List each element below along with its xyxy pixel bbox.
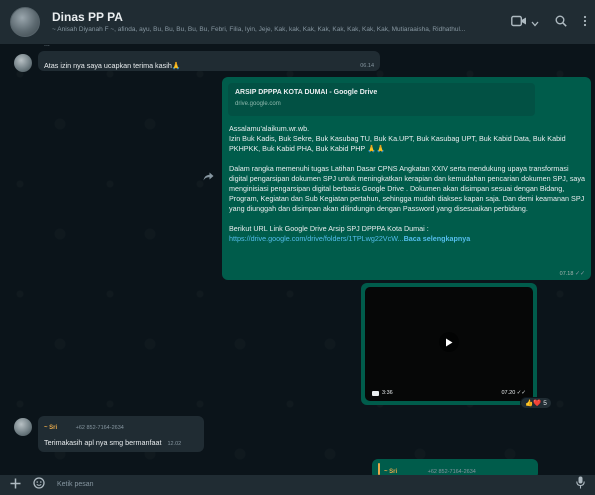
link-line: https://drive.google.com/drive/folders/1… (229, 234, 587, 244)
sticker-icon[interactable] (33, 475, 45, 495)
reactions-badge[interactable]: 👍❤️ 5 (520, 397, 552, 409)
message-input[interactable]: Ketik pesan (57, 475, 585, 495)
chat-members: ~ Anisah Diyanah F ~, afinda, ayu, Bu, B… (52, 25, 466, 33)
message-text-content: Terimakasih apl nya smg bermanfaat (44, 438, 162, 447)
reply-sender-line: ~ Sri +62 852-7164-2634 (384, 464, 476, 475)
time-text: 07.20 (501, 390, 516, 396)
chat-header[interactable]: Dinas PP PA ~ Anisah Diyanah F ~, afinda… (0, 0, 595, 44)
sender-line: ~ Sri +62 852-7164-2634 (44, 420, 198, 433)
message-bubble-video[interactable]: 3:36 07.20 ✓✓ (361, 283, 537, 405)
read-ticks-icon: ✓✓ (574, 271, 585, 277)
link-preview-title: ARSIP DPPPA KOTA DUMAI - Google Drive (235, 89, 378, 96)
play-icon[interactable] (439, 332, 459, 352)
message-time: 12.02 (167, 441, 182, 447)
message-text: Terimakasih apl nya smg bermanfaat 12.02 (44, 437, 198, 450)
sender-name[interactable]: ~ Sri (44, 425, 57, 431)
message-bubble-thanks[interactable]: Atas izin nya saya ucapkan terima kasih🙏… (38, 51, 380, 71)
read-ticks-icon: ✓✓ (516, 390, 526, 396)
video-camera-small-icon (372, 390, 379, 396)
intro-paragraph: Izin Buk Kadis, Buk Sekre, Buk Kasubag T… (229, 134, 566, 153)
forward-icon[interactable] (203, 172, 214, 183)
video-duration: 3:36 (372, 390, 393, 396)
reaction-count: 5 (543, 399, 547, 407)
video-thumbnail[interactable]: 3:36 07.20 ✓✓ (365, 287, 533, 401)
drive-link[interactable]: https://drive.google.com/drive/folders/1… (229, 234, 404, 243)
message-time: 07.20 ✓✓ (501, 390, 526, 396)
link-preview[interactable]: ARSIP DPPPA KOTA DUMAI - Google Drive dr… (228, 83, 535, 116)
message-bubble-reply[interactable]: ~ Sri +62 852-7164-2634 (372, 459, 538, 475)
video-camera-icon[interactable] (511, 12, 527, 32)
message-bubble-sri[interactable]: ~ Sri +62 852-7164-2634 Terimakasih apl … (38, 416, 204, 452)
reply-bar (378, 463, 380, 475)
read-more-link[interactable]: Baca selengkapnya (404, 234, 471, 243)
chat-title: Dinas PP PA (52, 9, 123, 24)
chevron-down-icon[interactable] (531, 12, 539, 32)
sender-avatar[interactable] (14, 54, 32, 72)
microphone-icon[interactable] (576, 475, 585, 495)
plus-icon[interactable] (10, 475, 21, 495)
header-actions (511, 12, 587, 32)
main-paragraph: Dalam rangka memenuhi tugas Latihan Dasa… (229, 164, 586, 213)
chat-info[interactable]: Dinas PP PA ~ Anisah Diyanah F ~, afinda… (52, 10, 492, 35)
link-intro: Berikut URL Link Google Drive Arsip SPJ … (229, 224, 429, 233)
message-bubble-drive[interactable]: ARSIP DPPPA KOTA DUMAI - Google Drive dr… (222, 77, 591, 280)
greeting-line: Assalamu'alaikum.wr.wb. (229, 124, 310, 133)
message-time: 06.14 (360, 63, 374, 69)
time-text: 07.18 (559, 271, 574, 277)
kebab-menu-icon[interactable] (583, 12, 587, 32)
search-icon[interactable] (555, 12, 567, 32)
link-preview-domain: drive.google.com (235, 101, 281, 107)
message-composer: Ketik pesan (0, 475, 595, 495)
truncated-message: ... (44, 44, 50, 48)
chat-area[interactable]: ... Atas izin nya saya ucapkan terima ka… (0, 44, 595, 475)
sender-phone: +62 852-7164-2634 (75, 425, 124, 431)
message-body: Assalamu'alaikum.wr.wb. Izin Buk Kadis, … (229, 124, 587, 244)
sender-avatar[interactable] (14, 418, 32, 436)
message-text: Atas izin nya saya ucapkan terima kasih🙏 (44, 61, 181, 70)
reaction-emojis: 👍❤️ (525, 400, 542, 407)
group-avatar[interactable] (10, 7, 40, 37)
duration-text: 3:36 (382, 390, 393, 396)
message-time: 07.18 ✓✓ (560, 270, 585, 277)
